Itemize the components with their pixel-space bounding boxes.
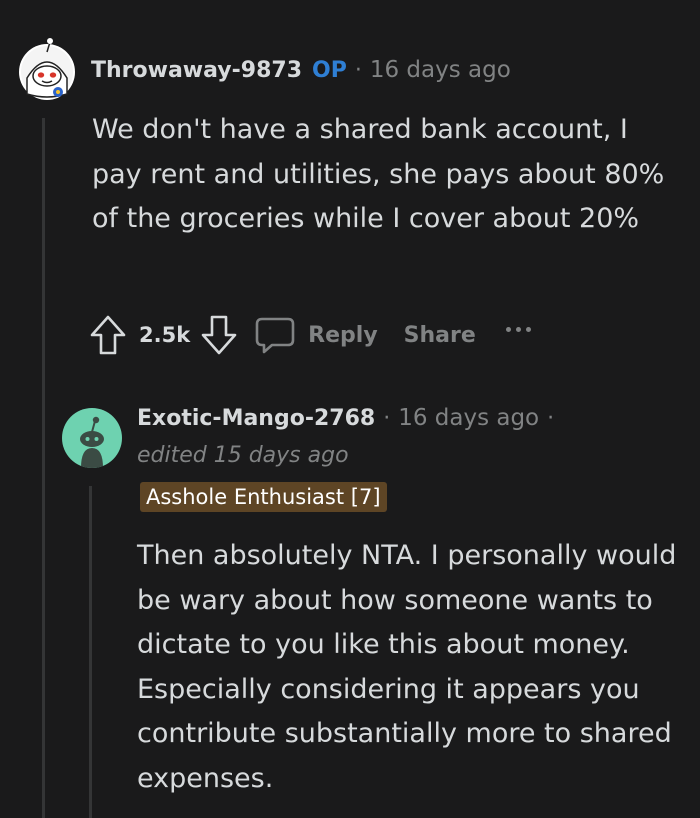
username[interactable]: Throwaway-9873 — [91, 56, 302, 86]
share-button[interactable]: Share — [404, 323, 476, 348]
ellipsis-icon[interactable] — [505, 326, 531, 332]
separator-dot-trailing: · — [547, 406, 555, 431]
snoo-avatar-icon — [19, 38, 75, 100]
vote-score: 2.5k — [139, 323, 191, 347]
separator-dot: · — [354, 58, 362, 83]
user-flair: Asshole Enthusiast [7] — [140, 482, 387, 512]
snoo-avatar-icon — [80, 416, 104, 468]
comment-header: Throwaway-9873 OP · 16 days ago — [91, 55, 511, 86]
speech-bubble-icon[interactable] — [254, 315, 296, 355]
reply-avatar[interactable] — [62, 408, 122, 468]
reply-button[interactable]: Reply — [308, 323, 378, 348]
op-badge: OP — [312, 58, 347, 83]
thread-line-reply[interactable] — [89, 486, 92, 818]
separator-dot: · — [383, 406, 391, 431]
arrow-down-icon[interactable] — [200, 314, 238, 356]
timestamp[interactable]: 16 days ago — [370, 55, 511, 85]
avatar[interactable] — [17, 38, 77, 100]
username[interactable]: Exotic-Mango-2768 — [137, 404, 375, 434]
thread-line-op[interactable] — [42, 118, 45, 818]
comment-actions: 2.5k Reply Share — [89, 312, 531, 358]
timestamp[interactable]: 16 days ago — [398, 403, 539, 433]
comment-body: Then absolutely NTA. I personally would … — [137, 540, 677, 794]
comment-body: We don't have a shared bank account, I p… — [92, 114, 665, 234]
arrow-up-icon[interactable] — [89, 314, 127, 356]
edited-timestamp: edited 15 days ago — [137, 443, 349, 468]
reply-header: Exotic-Mango-2768 · 16 days ago · — [137, 403, 562, 434]
